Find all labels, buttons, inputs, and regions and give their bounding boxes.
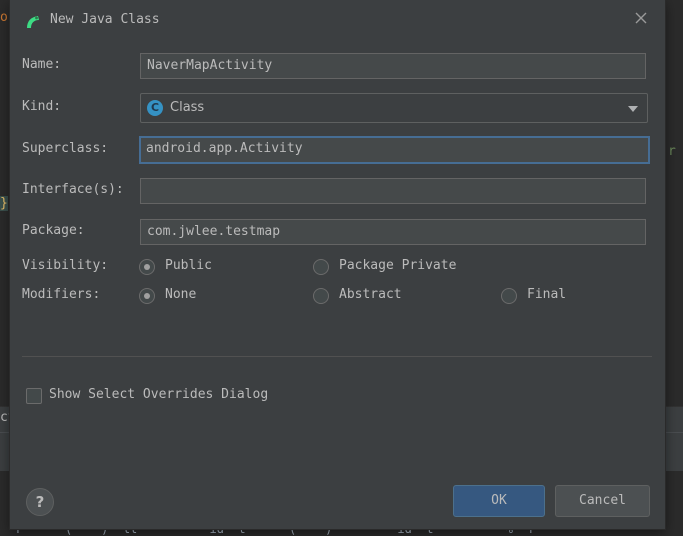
package-label: Package: bbox=[22, 223, 85, 238]
chevron-down-icon[interactable] bbox=[628, 106, 638, 112]
visibility-public-radio[interactable] bbox=[139, 259, 155, 275]
close-icon[interactable] bbox=[632, 9, 650, 27]
kind-dropdown[interactable]: C Class bbox=[140, 93, 648, 123]
ok-button[interactable]: OK bbox=[453, 485, 545, 517]
show-overrides-label[interactable]: Show Select Overrides Dialog bbox=[49, 387, 268, 402]
name-field[interactable]: NaverMapActivity bbox=[140, 53, 646, 79]
superclass-label: Superclass: bbox=[22, 141, 109, 156]
kind-label: Kind: bbox=[22, 99, 62, 114]
visibility-label: Visibility: bbox=[22, 258, 109, 273]
name-label: Name: bbox=[22, 57, 62, 72]
show-overrides-checkbox[interactable] bbox=[26, 388, 42, 404]
visibility-package-private-radio[interactable] bbox=[313, 259, 329, 275]
visibility-public-label[interactable]: Public bbox=[165, 258, 212, 273]
modifier-abstract-radio[interactable] bbox=[313, 288, 329, 304]
separator bbox=[22, 356, 652, 357]
background-code-fragment: } bbox=[0, 196, 8, 211]
new-java-class-dialog: New Java Class Name: NaverMapActivity Ki… bbox=[10, 0, 665, 529]
visibility-package-private-label[interactable]: Package Private bbox=[339, 258, 456, 273]
background-code-fragment: r bbox=[668, 144, 676, 159]
modifier-none-radio[interactable] bbox=[139, 288, 155, 304]
interfaces-field[interactable] bbox=[140, 178, 646, 204]
help-button[interactable]: ? bbox=[26, 488, 54, 516]
package-field[interactable]: com.jwlee.testmap bbox=[140, 219, 646, 245]
superclass-field[interactable]: android.app.Activity bbox=[139, 136, 650, 164]
kind-selected-value: Class bbox=[170, 100, 205, 115]
android-studio-icon bbox=[26, 15, 40, 29]
modifier-abstract-label[interactable]: Abstract bbox=[339, 287, 402, 302]
modifier-final-label[interactable]: Final bbox=[527, 287, 566, 302]
modifiers-label: Modifiers: bbox=[22, 287, 101, 302]
interfaces-label: Interface(s): bbox=[22, 182, 124, 197]
modifier-none-label[interactable]: None bbox=[165, 287, 196, 302]
cancel-button[interactable]: Cancel bbox=[555, 485, 650, 517]
modifier-final-radio[interactable] bbox=[501, 288, 517, 304]
class-icon: C bbox=[147, 100, 163, 116]
dialog-title: New Java Class bbox=[50, 12, 160, 27]
dialog-titlebar[interactable]: New Java Class bbox=[10, 0, 665, 40]
